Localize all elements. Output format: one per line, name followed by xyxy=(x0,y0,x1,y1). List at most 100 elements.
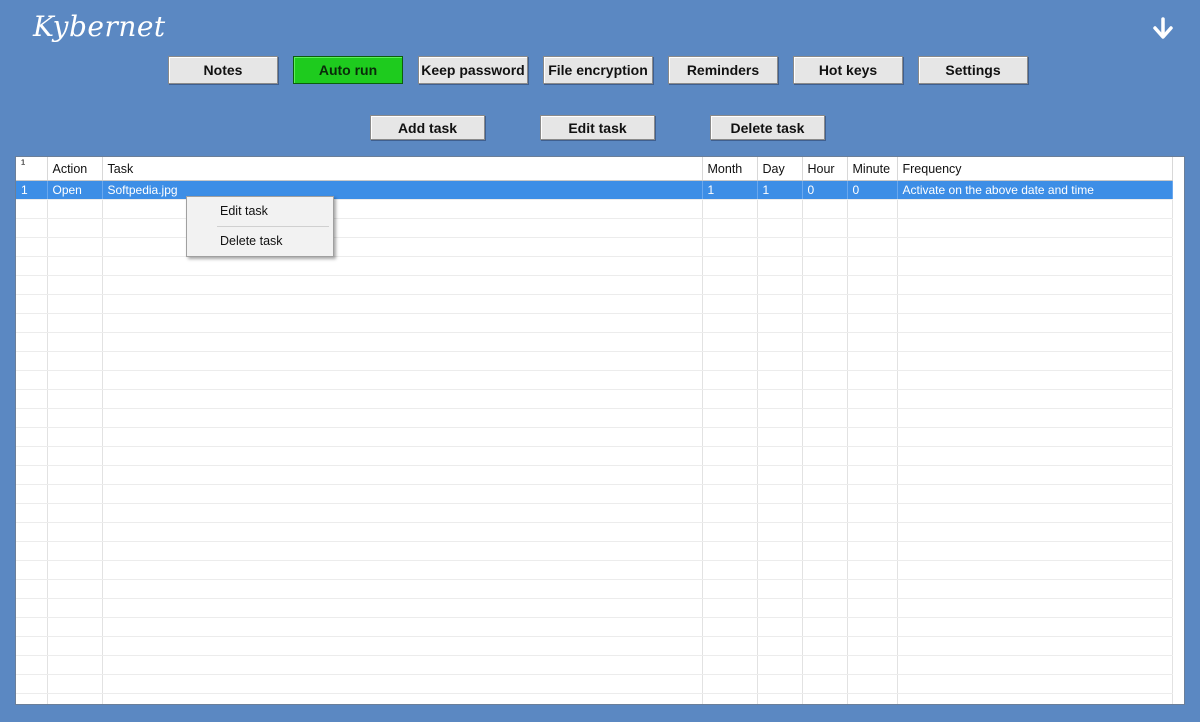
empty-cell xyxy=(802,408,848,428)
empty-cell xyxy=(802,275,848,295)
table-row-empty[interactable] xyxy=(16,465,1173,485)
table-row-empty[interactable] xyxy=(16,389,1173,409)
empty-cell xyxy=(16,560,48,580)
empty-cell xyxy=(897,541,1173,561)
table-row-empty[interactable] xyxy=(16,522,1173,542)
empty-cell xyxy=(47,313,103,333)
empty-cell xyxy=(102,674,703,694)
empty-cell xyxy=(702,598,758,618)
empty-cell xyxy=(897,465,1173,485)
empty-cell xyxy=(47,674,103,694)
empty-cell xyxy=(102,636,703,656)
empty-cell xyxy=(47,693,103,704)
empty-cell xyxy=(847,674,898,694)
empty-cell xyxy=(847,598,898,618)
empty-cell xyxy=(16,465,48,485)
empty-cell xyxy=(102,617,703,637)
empty-cell xyxy=(897,237,1173,257)
empty-cell xyxy=(102,484,703,504)
empty-cell xyxy=(47,199,103,219)
empty-cell xyxy=(757,636,803,656)
empty-cell xyxy=(757,446,803,466)
cell-month: 1 xyxy=(702,180,758,200)
table-row-empty[interactable] xyxy=(16,674,1173,694)
empty-cell xyxy=(897,446,1173,466)
empty-cell xyxy=(897,332,1173,352)
table-row-empty[interactable] xyxy=(16,598,1173,618)
empty-cell xyxy=(757,522,803,542)
edit-task-button[interactable]: Edit task xyxy=(540,115,655,140)
table-row-empty[interactable] xyxy=(16,636,1173,656)
tab-notes[interactable]: Notes xyxy=(168,56,278,84)
context-menu-edit-task[interactable]: Edit task xyxy=(187,199,333,224)
table-row-empty[interactable] xyxy=(16,541,1173,561)
empty-cell xyxy=(897,294,1173,314)
column-header-action[interactable]: Action xyxy=(47,157,103,181)
table-row-empty[interactable] xyxy=(16,655,1173,675)
add-task-button[interactable]: Add task xyxy=(370,115,485,140)
empty-cell xyxy=(802,674,848,694)
empty-cell xyxy=(802,465,848,485)
empty-cell xyxy=(102,541,703,561)
empty-cell xyxy=(702,446,758,466)
empty-cell xyxy=(847,199,898,219)
table-row-empty[interactable] xyxy=(16,313,1173,333)
column-header-task[interactable]: Task xyxy=(102,157,703,181)
empty-cell xyxy=(847,275,898,295)
table-row-empty[interactable] xyxy=(16,332,1173,352)
tab-settings[interactable]: Settings xyxy=(918,56,1028,84)
table-row-empty[interactable] xyxy=(16,408,1173,428)
table-row-empty[interactable] xyxy=(16,294,1173,314)
table-row-empty[interactable] xyxy=(16,484,1173,504)
tab-file-encryption[interactable]: File encryption xyxy=(543,56,653,84)
table-row-empty[interactable] xyxy=(16,275,1173,295)
empty-cell xyxy=(16,636,48,656)
empty-cell xyxy=(102,560,703,580)
table-row-empty[interactable] xyxy=(16,256,1173,276)
empty-cell xyxy=(47,579,103,599)
table-row-empty[interactable] xyxy=(16,503,1173,523)
table-row-empty[interactable] xyxy=(16,693,1173,704)
empty-cell xyxy=(102,313,703,333)
empty-cell xyxy=(897,427,1173,447)
table-row-empty[interactable] xyxy=(16,351,1173,371)
cell-day: 1 xyxy=(757,180,803,200)
column-header-frequency[interactable]: Frequency xyxy=(897,157,1173,181)
column-header-index[interactable]: ¹ xyxy=(16,157,48,181)
tab-auto-run[interactable]: Auto run xyxy=(293,56,403,84)
column-header-minute[interactable]: Minute xyxy=(847,157,898,181)
empty-cell xyxy=(802,237,848,257)
empty-cell xyxy=(757,237,803,257)
table-row-empty[interactable] xyxy=(16,370,1173,390)
table-row-empty[interactable] xyxy=(16,427,1173,447)
column-header-month[interactable]: Month xyxy=(702,157,758,181)
table-row-empty[interactable] xyxy=(16,560,1173,580)
empty-cell xyxy=(757,199,803,219)
empty-cell xyxy=(757,313,803,333)
empty-cell xyxy=(102,579,703,599)
empty-cell xyxy=(897,579,1173,599)
empty-cell xyxy=(702,218,758,238)
column-header-hour[interactable]: Hour xyxy=(802,157,848,181)
empty-cell xyxy=(757,275,803,295)
tab-keep-password[interactable]: Keep password xyxy=(418,56,528,84)
empty-cell xyxy=(16,389,48,409)
empty-cell xyxy=(847,655,898,675)
tab-reminders[interactable]: Reminders xyxy=(668,56,778,84)
table-row-empty[interactable] xyxy=(16,446,1173,466)
empty-cell xyxy=(702,275,758,295)
empty-cell xyxy=(16,332,48,352)
table-row-empty[interactable] xyxy=(16,579,1173,599)
empty-cell xyxy=(47,655,103,675)
empty-cell xyxy=(802,351,848,371)
empty-cell xyxy=(102,332,703,352)
minimize-arrow-icon[interactable] xyxy=(1150,16,1176,42)
delete-task-button[interactable]: Delete task xyxy=(710,115,825,140)
empty-cell xyxy=(702,560,758,580)
context-menu-delete-task[interactable]: Delete task xyxy=(187,229,333,254)
empty-cell xyxy=(16,218,48,238)
empty-cell xyxy=(47,389,103,409)
table-row-empty[interactable] xyxy=(16,617,1173,637)
column-header-day[interactable]: Day xyxy=(757,157,803,181)
tab-hot-keys[interactable]: Hot keys xyxy=(793,56,903,84)
